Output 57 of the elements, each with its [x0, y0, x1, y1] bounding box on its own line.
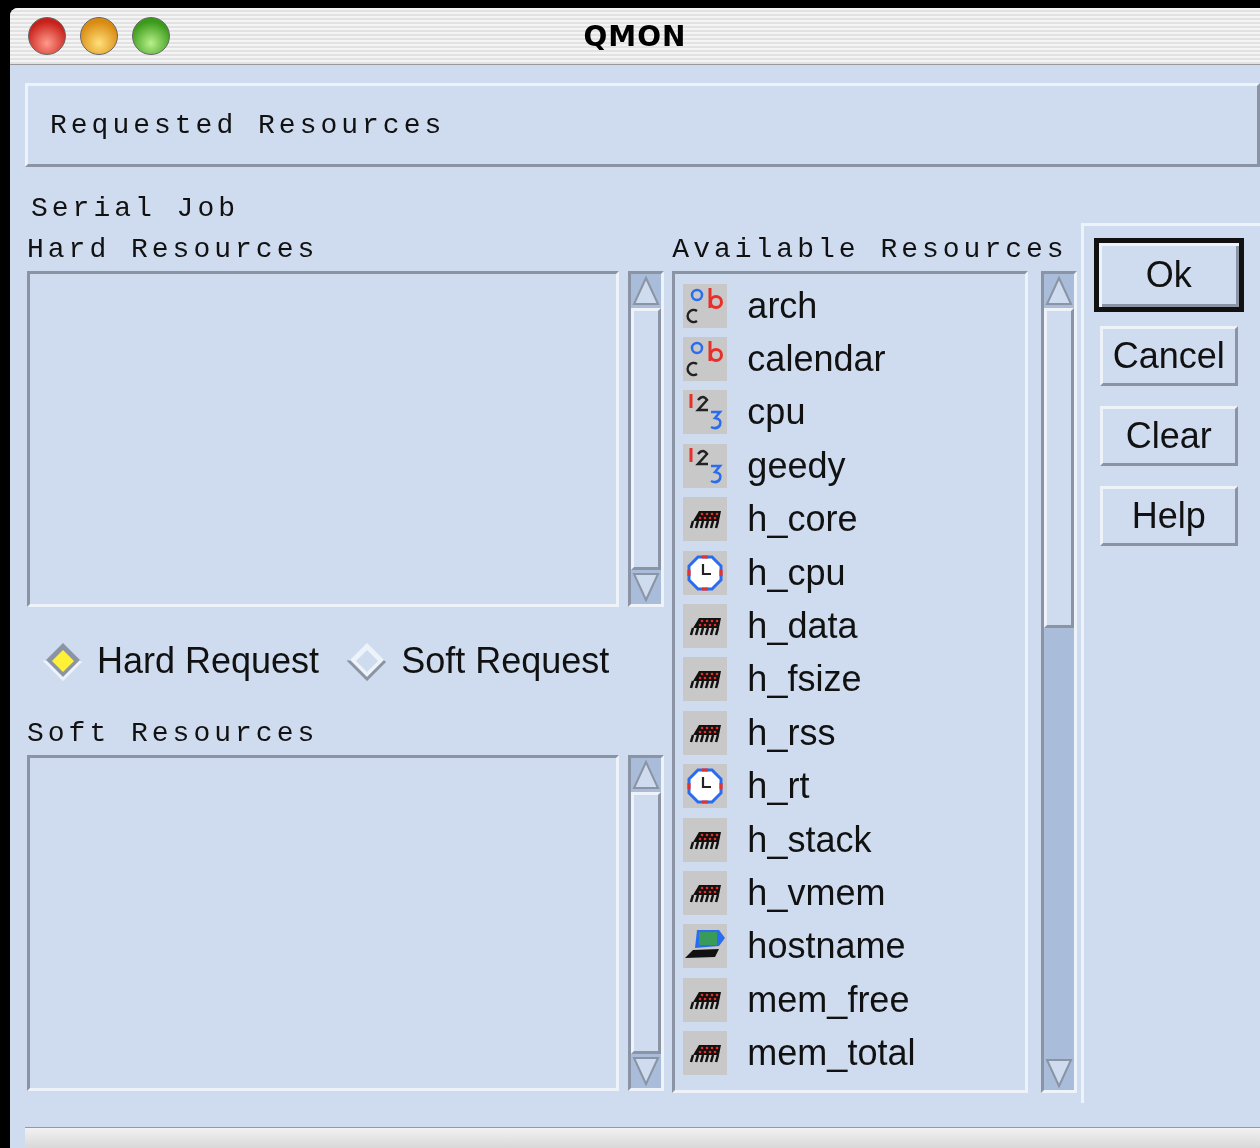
resource-item[interactable]: hostname	[675, 919, 1026, 974]
scroll-up-arrow-icon[interactable]	[631, 758, 662, 792]
resource-item[interactable]: geedy	[675, 439, 1026, 493]
scrollbar[interactable]	[1040, 271, 1077, 1093]
numbers-icon	[683, 390, 728, 435]
dialog-button[interactable]: Help	[1099, 486, 1238, 546]
scrollbar[interactable]	[628, 271, 665, 607]
clock-icon	[683, 550, 728, 595]
close-button[interactable]	[28, 17, 66, 55]
job-type-label: Serial Job	[31, 193, 240, 224]
scroll-thumb[interactable]	[1043, 308, 1074, 628]
memory-chip-icon	[683, 871, 728, 915]
scroll-down-arrow-icon[interactable]	[631, 570, 662, 604]
scroll-thumb[interactable]	[631, 308, 662, 570]
resource-item[interactable]: h_vmem	[675, 866, 1026, 920]
resource-item[interactable]: h_rt	[675, 759, 1026, 813]
resource-item[interactable]: h_core	[675, 492, 1026, 546]
resource-item[interactable]: h_rss	[675, 706, 1026, 760]
header-title: Requested Resources	[50, 109, 446, 141]
zoom-button[interactable]	[132, 17, 170, 55]
memory-chip-icon	[683, 497, 728, 542]
dialog-button[interactable]: Ok	[1093, 238, 1244, 312]
scroll-down-arrow-icon[interactable]	[631, 1054, 662, 1088]
window-title: QMON	[583, 19, 687, 53]
numbers-icon	[683, 443, 728, 488]
memory-chip-icon	[683, 817, 728, 862]
letters-icon	[683, 337, 728, 382]
resource-item[interactable]: arch	[675, 279, 1026, 333]
resource-item[interactable]: h_cpu	[675, 545, 1026, 600]
scroll-up-arrow-icon[interactable]	[1043, 274, 1074, 308]
clock-icon	[683, 764, 728, 809]
dialog-button[interactable]: Cancel	[1099, 326, 1238, 386]
computer-icon	[683, 924, 728, 969]
resource-item[interactable]: cpu	[675, 385, 1026, 440]
resource-item[interactable]: mem_total	[675, 1026, 1026, 1080]
available-resources-label: Available Resources	[672, 234, 1068, 265]
scrollbar[interactable]	[628, 755, 665, 1091]
scroll-down-arrow-icon[interactable]	[1043, 1056, 1074, 1090]
memory-chip-icon	[683, 977, 728, 1022]
memory-chip-icon	[683, 657, 728, 702]
resource-item[interactable]: calendar	[675, 332, 1026, 386]
scroll-thumb[interactable]	[631, 792, 662, 1054]
memory-chip-icon	[683, 1031, 728, 1076]
resource-item[interactable]: h_data	[675, 599, 1026, 653]
request-type-radio[interactable]: Soft Request	[347, 640, 610, 682]
scroll-up-arrow-icon[interactable]	[631, 274, 662, 308]
minimize-button[interactable]	[80, 17, 118, 55]
soft-resources-label: Soft Resources	[27, 718, 319, 749]
memory-chip-icon	[683, 710, 728, 755]
dialog-button[interactable]: Clear	[1099, 406, 1238, 466]
letters-icon	[683, 283, 728, 328]
resource-item[interactable]: h_stack	[675, 812, 1026, 867]
hard-resources-label: Hard Resources	[27, 234, 319, 265]
request-type-radio[interactable]: Hard Request	[43, 640, 320, 682]
resource-item[interactable]: mem_free	[675, 973, 1026, 1027]
memory-chip-icon	[683, 604, 728, 649]
resource-item[interactable]: h_fsize	[675, 652, 1026, 707]
